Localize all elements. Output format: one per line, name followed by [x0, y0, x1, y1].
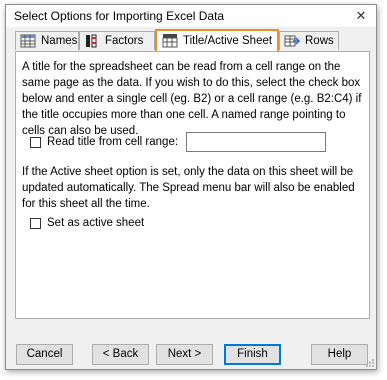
- factor-columns-icon: [86, 34, 97, 48]
- tab-title-active-sheet-label: Title/Active Sheet: [183, 35, 273, 47]
- set-active-label: Set as active sheet: [47, 217, 145, 229]
- read-title-checkbox[interactable]: [30, 136, 41, 148]
- rows-arrow-icon: [284, 35, 300, 47]
- tab-rows[interactable]: Rows: [279, 31, 339, 50]
- table-grid-icon: [20, 34, 36, 48]
- finish-button[interactable]: Finish: [224, 344, 281, 365]
- title-sheet-icon: [162, 34, 178, 48]
- title-bar[interactable]: Select Options for Importing Excel Data …: [6, 5, 376, 27]
- tab-strip: Names Factors Title/Active Sheet Rows: [15, 29, 370, 51]
- back-button[interactable]: < Back: [92, 344, 149, 365]
- help-button[interactable]: Help: [311, 344, 368, 365]
- tab-title-active-sheet[interactable]: Title/Active Sheet: [155, 29, 279, 51]
- active-sheet-text: If the Active sheet option is set, only …: [22, 166, 355, 210]
- window-title: Select Options for Importing Excel Data: [14, 9, 225, 23]
- resize-grip-icon[interactable]: [365, 358, 375, 368]
- close-icon[interactable]: ✕: [352, 7, 370, 25]
- set-active-checkbox[interactable]: [30, 217, 41, 229]
- set-active-option[interactable]: Set as active sheet: [30, 217, 144, 229]
- cancel-button[interactable]: Cancel: [16, 344, 73, 365]
- tab-names-label: Names: [41, 35, 78, 47]
- tab-factors[interactable]: Factors: [79, 31, 155, 50]
- intro-text: A title for the spreadsheet can be read …: [22, 61, 362, 137]
- read-title-option[interactable]: Read title from cell range:: [30, 136, 178, 148]
- cell-range-input[interactable]: [186, 132, 326, 152]
- tab-names[interactable]: Names: [15, 31, 79, 50]
- tab-factors-label: Factors: [105, 35, 144, 47]
- read-title-label: Read title from cell range:: [47, 136, 179, 148]
- tab-rows-label: Rows: [305, 35, 334, 47]
- title-active-sheet-panel: A title for the spreadsheet can be read …: [15, 51, 370, 319]
- import-options-dialog: Select Options for Importing Excel Data …: [5, 4, 377, 370]
- next-button[interactable]: Next >: [156, 344, 213, 365]
